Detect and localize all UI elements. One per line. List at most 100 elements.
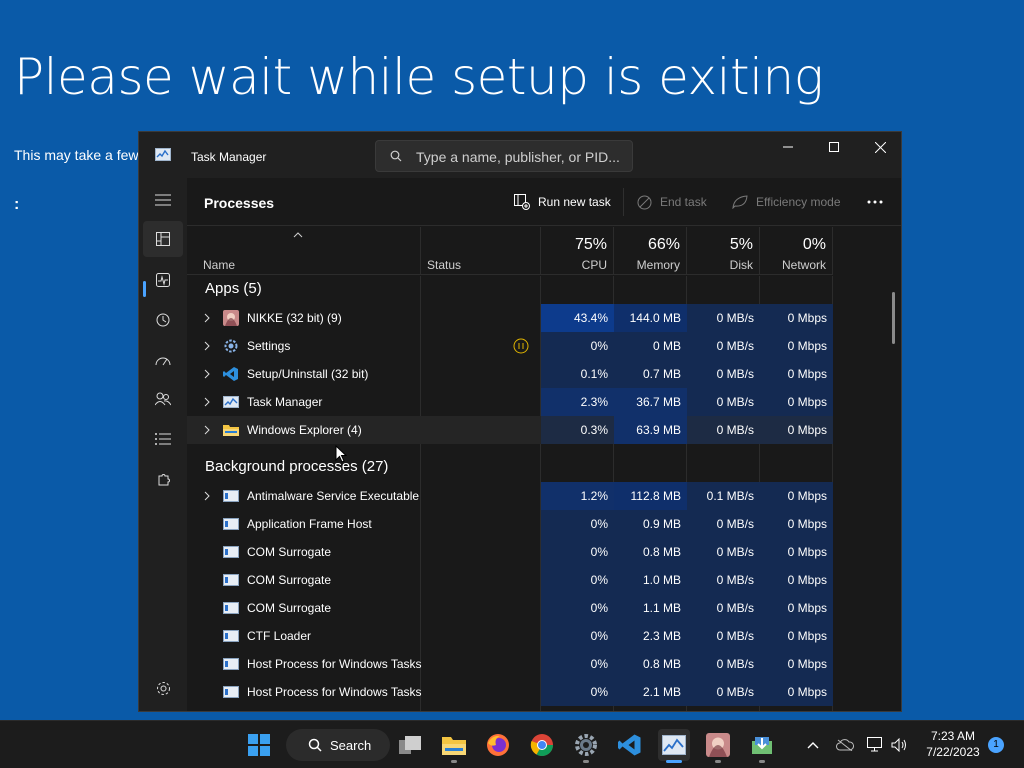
speaker-icon: [891, 738, 906, 752]
nav-services[interactable]: [143, 462, 183, 498]
process-row-com-surrogate[interactable]: COM Surrogate 0% 1.0 MB 0 MB/s 0 Mbps: [187, 566, 833, 594]
nav-performance[interactable]: [143, 262, 183, 298]
task-view-icon: [399, 736, 421, 754]
close-button[interactable]: [857, 132, 901, 162]
group-header-apps: Apps (5): [205, 280, 262, 297]
notification-badge[interactable]: 1: [988, 737, 1004, 753]
chevron-right-icon[interactable]: [204, 425, 210, 435]
process-row-windows-explorer[interactable]: Windows Explorer (4) 0.3% 63.9 MB 0 MB/s…: [187, 416, 833, 444]
hamburger-menu-button[interactable]: [143, 182, 183, 218]
processes-page: Processes Run new task End task Efficien…: [187, 178, 901, 711]
disk-value: 0 MB/s: [687, 510, 760, 538]
network-tray-button[interactable]: [866, 735, 886, 755]
taskbar-firefox[interactable]: [482, 729, 514, 761]
taskbar-file-explorer[interactable]: [438, 729, 470, 763]
process-row-ctf-loader[interactable]: CTF Loader 0% 2.3 MB 0 MB/s 0 Mbps: [187, 622, 833, 650]
minimize-button[interactable]: [765, 132, 811, 162]
network-value: 0 Mbps: [760, 566, 833, 594]
chevron-right-icon[interactable]: [204, 369, 210, 379]
clock-time: 7:23 AM: [930, 729, 976, 743]
cpu-value: 0%: [541, 332, 614, 360]
column-header-cpu[interactable]: 75% CPU: [541, 227, 614, 275]
column-header-network[interactable]: 0% Network: [760, 227, 833, 275]
search-box[interactable]: [375, 140, 633, 172]
process-row-host-process-windows-tasks[interactable]: Host Process for Windows Tasks 0% 2.1 MB…: [187, 678, 833, 706]
end-task-button[interactable]: End task: [637, 192, 707, 212]
search-icon: [390, 150, 402, 162]
running-indicator: [759, 760, 765, 763]
taskbar-search-button[interactable]: Search: [286, 729, 390, 761]
maximize-button[interactable]: [811, 132, 857, 162]
app-window-icon: [223, 602, 239, 614]
title-bar[interactable]: Task Manager: [139, 132, 901, 178]
process-name: Antimalware Service Executable: [247, 489, 420, 503]
volume-tray-button[interactable]: [890, 735, 910, 755]
sort-ascending-icon: [293, 232, 303, 238]
run-new-task-button[interactable]: Run new task: [514, 192, 611, 212]
process-row-application-frame-host[interactable]: Application Frame Host 0% 0.9 MB 0 MB/s …: [187, 510, 833, 538]
memory-value: 1.1 MB: [614, 594, 687, 622]
nav-settings[interactable]: [143, 670, 183, 706]
network-value: 0 Mbps: [760, 650, 833, 678]
chevron-right-icon[interactable]: [204, 491, 210, 501]
column-header-status[interactable]: Status: [421, 227, 541, 275]
process-row-settings[interactable]: Settings 0% 0 MB 0 MB/s 0 Mbps: [187, 332, 833, 360]
more-dots-icon: [867, 200, 883, 204]
system-clock[interactable]: 7:23 AM 7/22/2023: [920, 728, 986, 760]
taskbar-vscode[interactable]: [614, 729, 646, 761]
network-value: 0 Mbps: [760, 360, 833, 388]
column-header-name[interactable]: Name: [187, 227, 421, 275]
process-name: Host Process for Windows Tasks: [247, 685, 422, 699]
network-value: 0 Mbps: [760, 416, 833, 444]
process-name: COM Surrogate: [247, 545, 332, 559]
process-row-com-surrogate[interactable]: COM Surrogate 0% 0.8 MB 0 MB/s 0 Mbps: [187, 538, 833, 566]
column-header-memory[interactable]: 66% Memory: [614, 227, 687, 275]
setup-subtitle: This may take a few: [14, 147, 139, 163]
chevron-right-icon[interactable]: [204, 341, 210, 351]
task-manager-icon: [223, 396, 239, 408]
onedrive-tray-button[interactable]: [835, 735, 855, 755]
process-row-nikke[interactable]: NIKKE (32 bit) (9) 43.4% 144.0 MB 0 MB/s…: [187, 304, 833, 332]
nav-users[interactable]: [143, 381, 183, 417]
users-icon: [155, 392, 171, 406]
process-row-host-process-windows-tasks[interactable]: Host Process for Windows Tasks 0% 0.8 MB…: [187, 650, 833, 678]
cpu-value: 2.3%: [541, 388, 614, 416]
efficiency-mode-button[interactable]: Efficiency mode: [732, 192, 841, 212]
nav-processes[interactable]: [143, 221, 183, 257]
app-window-icon: [223, 658, 239, 670]
nav-app-history[interactable]: [143, 302, 183, 338]
taskbar-nikke[interactable]: [702, 729, 734, 763]
taskbar-settings[interactable]: [570, 729, 602, 763]
process-row-task-manager[interactable]: Task Manager 2.3% 36.7 MB 0 MB/s 0 Mbps: [187, 388, 833, 416]
vertical-scrollbar[interactable]: [892, 292, 895, 344]
process-row-com-surrogate[interactable]: COM Surrogate 0% 1.1 MB 0 MB/s 0 Mbps: [187, 594, 833, 622]
disk-value: 0 MB/s: [687, 566, 760, 594]
show-hidden-icons-button[interactable]: [803, 735, 823, 755]
more-options-button[interactable]: [867, 192, 883, 212]
nikke-icon: [223, 310, 239, 326]
cpu-value: 0.3%: [541, 416, 614, 444]
command-bar: Processes Run new task End task Efficien…: [187, 178, 901, 226]
toolbar-divider: [623, 188, 624, 216]
running-indicator: [451, 760, 457, 763]
nav-startup-apps[interactable]: [143, 342, 183, 378]
network-value: 0 Mbps: [760, 388, 833, 416]
nav-details[interactable]: [143, 421, 183, 457]
taskbar-setup-app[interactable]: [746, 729, 778, 763]
process-row-setup-uninstall[interactable]: Setup/Uninstall (32 bit) 0.1% 0.7 MB 0 M…: [187, 360, 833, 388]
taskbar-chrome[interactable]: [526, 729, 558, 761]
search-input[interactable]: [416, 147, 626, 167]
memory-value: 0.9 MB: [614, 510, 687, 538]
memory-value: 1.0 MB: [614, 566, 687, 594]
setup-title: Please wait while setup is exiting: [14, 48, 824, 106]
column-header-disk[interactable]: 5% Disk: [687, 227, 760, 275]
chevron-right-icon[interactable]: [204, 397, 210, 407]
process-row-antimalware[interactable]: Antimalware Service Executable 1.2% 112.…: [187, 482, 833, 510]
taskbar-task-manager[interactable]: [658, 729, 690, 763]
close-icon: [874, 141, 886, 153]
chevron-right-icon[interactable]: [204, 313, 210, 323]
start-button[interactable]: [243, 729, 275, 761]
task-view-button[interactable]: [394, 729, 426, 761]
nikke-icon: [706, 733, 730, 757]
running-indicator: [666, 760, 682, 763]
